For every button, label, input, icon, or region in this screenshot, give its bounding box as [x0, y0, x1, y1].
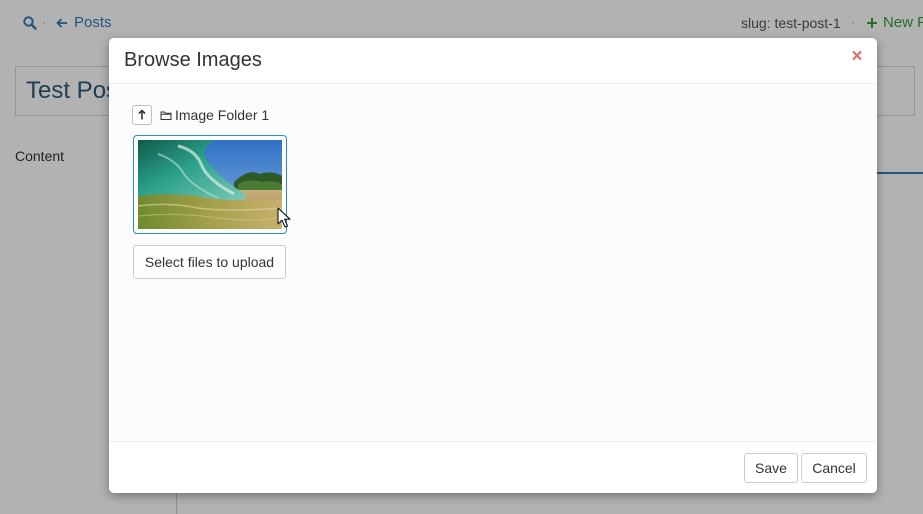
cancel-button[interactable]: Cancel — [801, 453, 867, 483]
mouse-cursor-icon — [277, 207, 291, 228]
page: · Posts slug: test-post-1 · New P Test P… — [0, 0, 923, 514]
save-button[interactable]: Save — [744, 453, 798, 483]
select-files-button[interactable]: Select files to upload — [133, 245, 286, 279]
folder-name: Image Folder 1 — [175, 107, 270, 123]
browse-images-modal: Browse Images × Image Folder 1 Select fi… — [109, 38, 877, 493]
image-thumbnail[interactable] — [133, 135, 287, 234]
current-folder: Image Folder 1 — [160, 107, 269, 123]
modal-title: Browse Images — [124, 49, 262, 71]
wave-image — [138, 140, 282, 229]
modal-footer: Save Cancel — [109, 441, 877, 493]
modal-header: Browse Images × — [109, 38, 877, 84]
parent-folder-button[interactable] — [132, 105, 152, 125]
folder-icon — [160, 111, 172, 120]
arrow-up-icon — [138, 109, 146, 120]
close-icon[interactable]: × — [848, 47, 866, 67]
